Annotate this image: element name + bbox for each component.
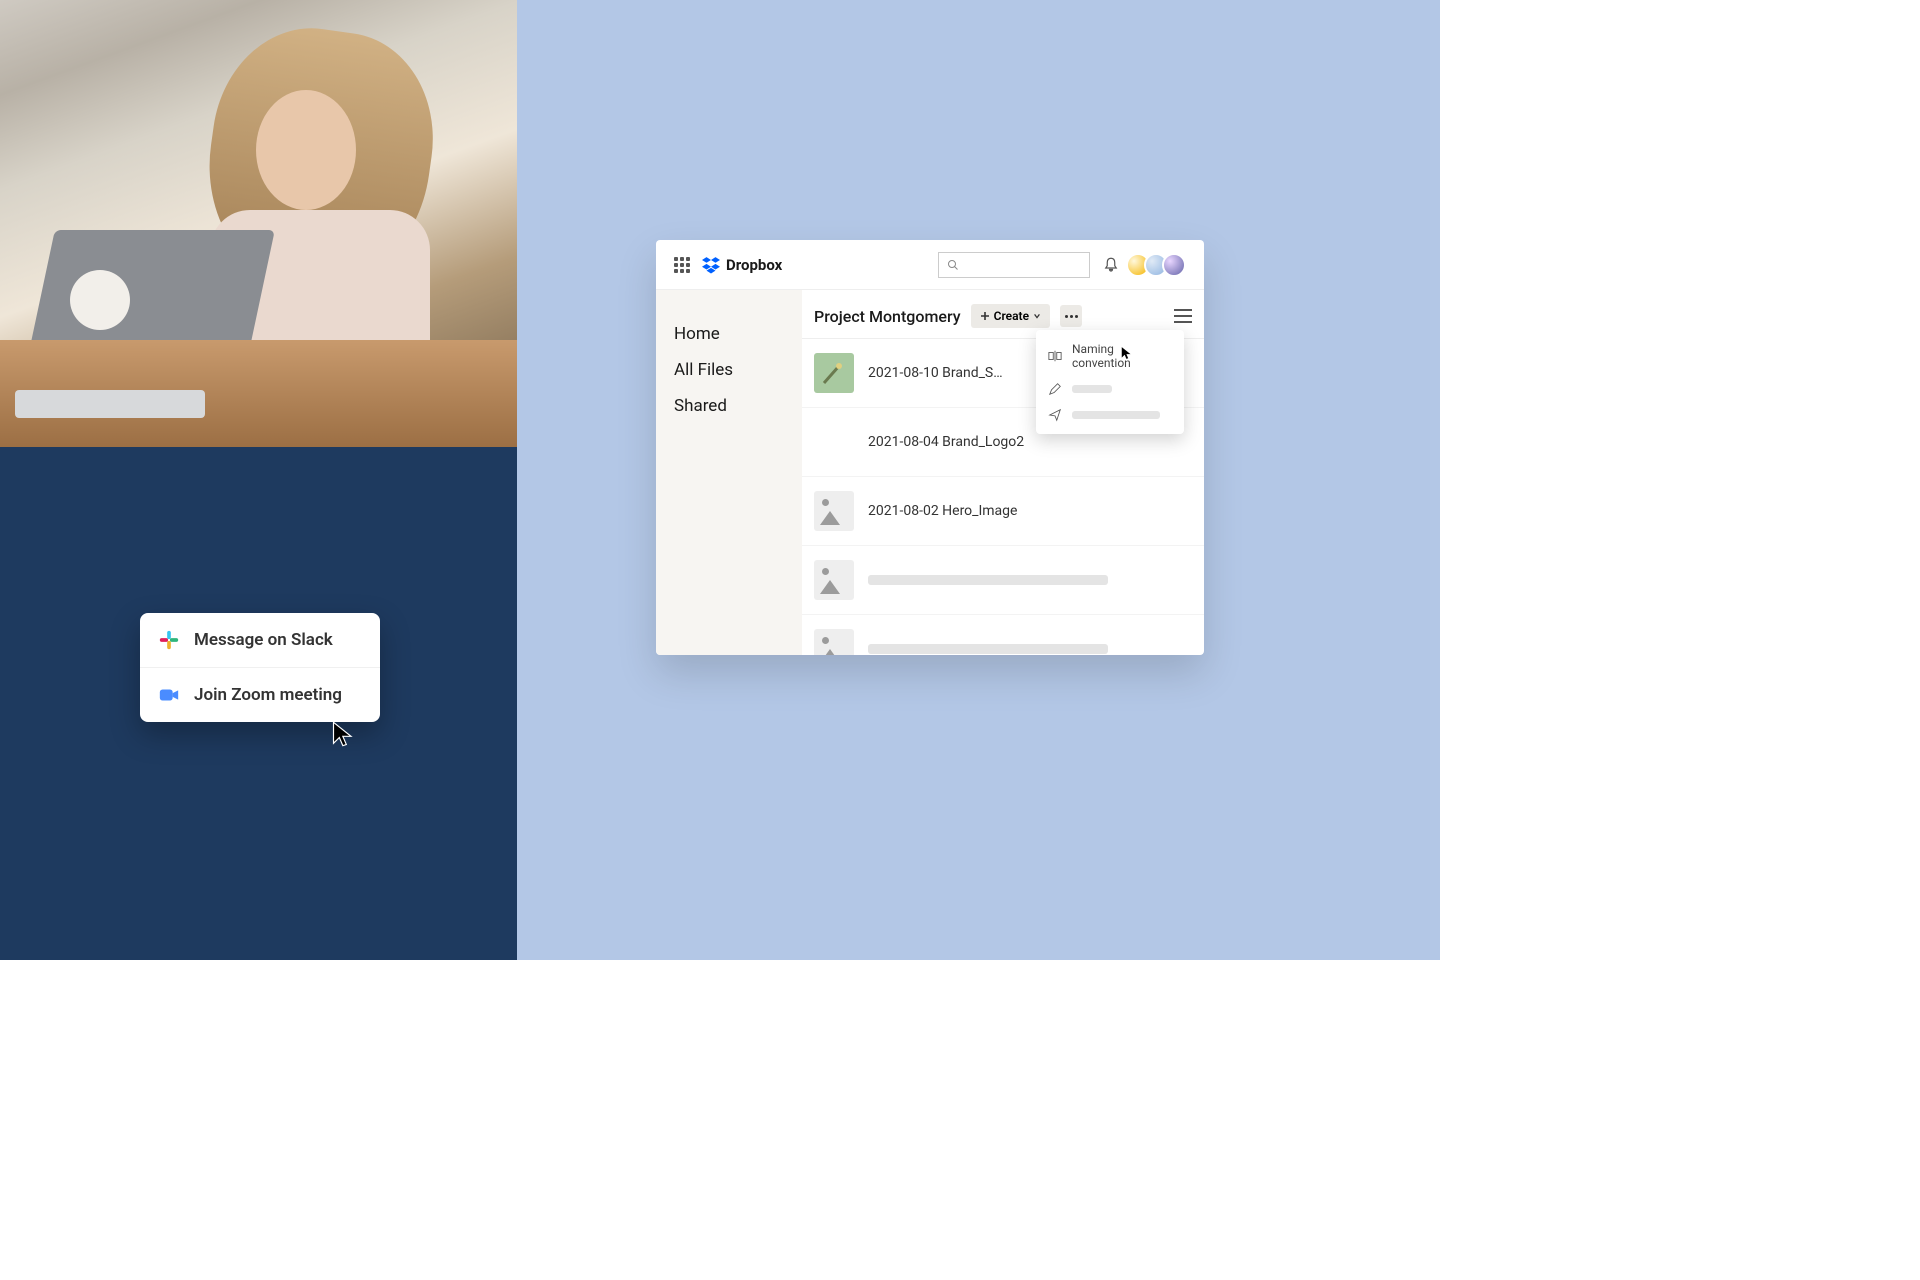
file-thumbnail	[814, 422, 854, 462]
chevron-down-icon	[1033, 312, 1041, 320]
search-icon	[947, 259, 959, 271]
cursor-icon	[330, 720, 358, 748]
message-on-slack[interactable]: Message on Slack	[140, 613, 380, 667]
dropbox-sidebar: Home All Files Shared	[656, 290, 802, 655]
slack-label: Message on Slack	[194, 630, 333, 650]
naming-convention-option[interactable]: Naming convention	[1036, 336, 1184, 376]
integrations-menu: Message on Slack Join Zoom meeting	[140, 613, 380, 722]
file-thumbnail	[814, 491, 854, 531]
hero-photo	[0, 0, 517, 447]
notifications-icon[interactable]	[1102, 256, 1120, 274]
zoom-label: Join Zoom meeting	[194, 685, 342, 705]
plus-icon	[980, 311, 990, 321]
file-thumbnail	[814, 629, 854, 655]
file-name-placeholder	[868, 575, 1108, 585]
placeholder-text	[1072, 411, 1160, 419]
file-row[interactable]	[802, 546, 1204, 615]
file-thumbnail	[814, 560, 854, 600]
slack-icon	[158, 629, 180, 651]
create-label: Create	[994, 309, 1029, 323]
rename-icon	[1048, 349, 1062, 363]
create-button[interactable]: Create	[971, 304, 1050, 328]
sidebar-item-shared[interactable]: Shared	[674, 388, 784, 424]
edit-icon	[1048, 382, 1062, 396]
file-thumbnail	[814, 353, 854, 393]
sidebar-item-home[interactable]: Home	[674, 316, 784, 352]
file-name: 2021-08-02 Hero_Image	[868, 503, 1017, 519]
file-row[interactable]	[802, 615, 1204, 655]
file-row[interactable]: 2021-08-02 Hero_Image	[802, 477, 1204, 546]
collaborator-avatars[interactable]	[1132, 253, 1186, 277]
app-grid-icon[interactable]	[674, 257, 690, 273]
file-name: 2021-08-10 Brand_Shoot3	[868, 365, 1008, 381]
view-options-button[interactable]	[1174, 309, 1192, 323]
send-icon	[1048, 408, 1062, 422]
dropbox-window: Dropbox Home All Files Shared Project M	[656, 240, 1204, 655]
dropbox-logo[interactable]: Dropbox	[702, 256, 782, 274]
dropbox-brand-text: Dropbox	[726, 256, 782, 274]
popover-item-placeholder[interactable]	[1036, 402, 1184, 428]
zoom-icon	[158, 684, 180, 706]
popover-item-placeholder[interactable]	[1036, 376, 1184, 402]
more-actions-popover: Naming convention	[1036, 330, 1184, 434]
avatar[interactable]	[1162, 253, 1186, 277]
folder-title: Project Montgomery	[814, 307, 961, 326]
search-input[interactable]	[938, 252, 1090, 278]
join-zoom-meeting[interactable]: Join Zoom meeting	[140, 667, 380, 722]
sidebar-item-all-files[interactable]: All Files	[674, 352, 784, 388]
more-actions-button[interactable]	[1060, 305, 1082, 327]
cursor-icon	[1120, 346, 1134, 360]
file-name-placeholder	[868, 644, 1108, 654]
placeholder-text	[1072, 385, 1112, 393]
file-name: 2021-08-04 Brand_Logo2	[868, 434, 1024, 450]
